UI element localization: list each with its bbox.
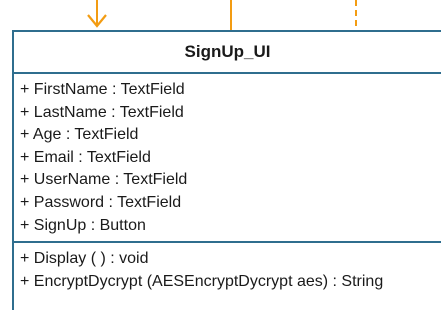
operation-display: + Display ( ) : void <box>20 250 149 268</box>
attribute-username: + UserName : TextField <box>20 171 188 189</box>
class-name: SignUp_UI <box>14 32 441 74</box>
attributes-compartment: + FirstName : TextField + LastName : Tex… <box>14 74 441 244</box>
attribute-email: + Email : TextField <box>20 148 151 166</box>
attribute-firstname: + FirstName : TextField <box>20 81 185 98</box>
operations-compartment: + Display ( ) : void + EncryptDycrypt (A… <box>14 243 441 293</box>
attribute-password: + Password : TextField <box>20 193 182 211</box>
signup-ui-class-box[interactable]: SignUp_UI + FirstName : TextField + Last… <box>12 30 441 310</box>
incoming-connectors <box>87 0 357 30</box>
attribute-age: + Age : TextField <box>20 126 139 144</box>
arrow-connector[interactable] <box>87 0 107 28</box>
attribute-lastname: + LastName : TextField <box>20 103 184 121</box>
operation-encryptdycrypt: + EncryptDycrypt (AESEncryptDycrypt aes)… <box>20 272 384 290</box>
attribute-signup: + SignUp : Button <box>20 216 146 234</box>
